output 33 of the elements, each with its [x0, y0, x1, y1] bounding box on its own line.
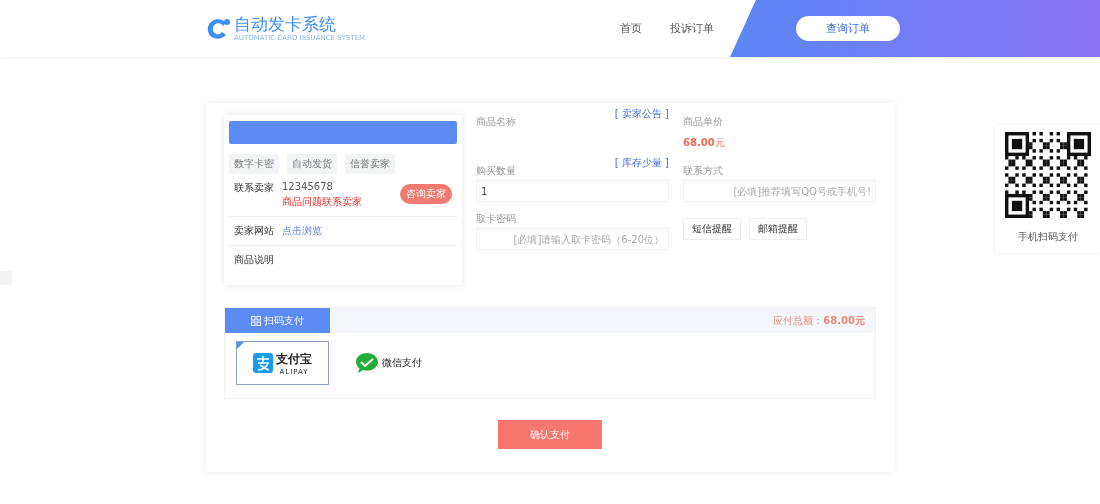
logo-icon: [206, 16, 232, 41]
reminder-button[interactable]: 邮箱提醒: [749, 218, 807, 240]
feature-tag: 自动发货: [287, 154, 337, 174]
contact-note: 商品问题联系卖家: [282, 195, 362, 209]
query-order-button[interactable]: 查询订单: [796, 16, 900, 41]
password-field[interactable]: [必填]请输入取卡密码（6-20位）: [476, 228, 669, 250]
field-label: 商品名称: [476, 115, 517, 129]
stock-link[interactable]: [ 库存少量 ]: [614, 156, 669, 170]
qr-caption: 手机扫码支付: [1017, 230, 1078, 244]
feature-tag: 信誉卖家: [345, 154, 395, 174]
notice-link[interactable]: [ 卖家公告 ]: [614, 107, 669, 121]
logo-title: 自动发卡系统: [234, 15, 337, 34]
nav-link[interactable]: 首页: [620, 21, 642, 36]
alipay-icon: [253, 353, 273, 373]
total-amount: 应付总额：68.00元: [773, 313, 865, 328]
quantity-field[interactable]: 1: [476, 180, 669, 202]
browse-link[interactable]: 点击浏览: [282, 224, 322, 238]
contact-label: 联系卖家: [234, 181, 274, 195]
contact-value: 12345678: [282, 181, 334, 192]
description-label: 商品说明: [234, 253, 274, 267]
price-value: 68.00: [683, 137, 715, 148]
site-label: 卖家网站: [234, 224, 274, 238]
field-label: 联系方式: [683, 164, 724, 178]
contact-field[interactable]: [必填]推荐填写QQ号或手机号!: [683, 180, 876, 202]
nav-link[interactable]: 投诉订单: [670, 21, 714, 36]
price-unit: 元: [714, 137, 725, 148]
field-label: 购买数量: [476, 164, 517, 178]
check-bubble-icon: [355, 352, 379, 374]
feature-tag: 数字卡密: [229, 154, 279, 174]
field-label: 商品单价: [683, 115, 724, 129]
field-label: 取卡密码: [476, 212, 517, 226]
qr-icon: [251, 315, 261, 326]
reminder-button[interactable]: 短信提醒: [683, 218, 741, 240]
